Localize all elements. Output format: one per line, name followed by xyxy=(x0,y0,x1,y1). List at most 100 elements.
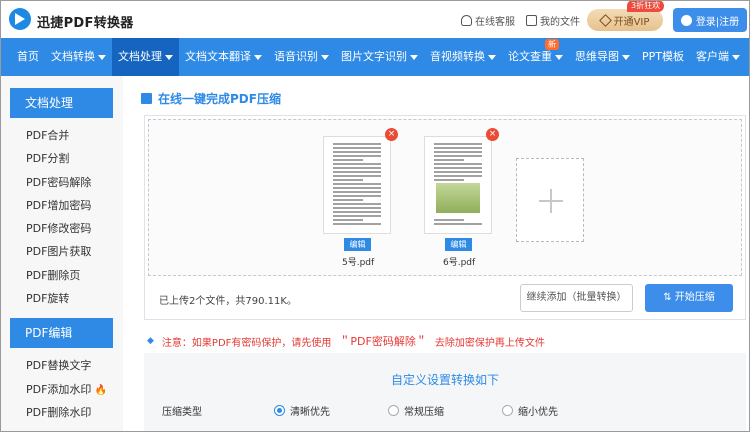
nav-item-3[interactable]: 文档文本翻译 xyxy=(179,38,268,76)
nav-item-8[interactable]: 思维导图 xyxy=(569,38,636,76)
chevron-down-icon xyxy=(488,54,496,60)
sidebar-item[interactable]: PDF旋转 xyxy=(1,287,123,310)
radio-label: 清晰优先 xyxy=(290,407,330,418)
radio-checked-icon xyxy=(274,405,285,416)
sidebar-item-label: PDF密码解除 xyxy=(26,175,92,189)
sidebar-item-label: PDF替换文字 xyxy=(26,359,92,373)
start-compress-button[interactable]: ⇅ 开始压缩 xyxy=(645,284,733,312)
sidebar-item-label: PDF增加密码 xyxy=(26,198,92,212)
thumbnail-photo xyxy=(436,183,480,213)
nav-item-4[interactable]: 语音识别 xyxy=(268,38,335,76)
sidebar: 文档处理 PDF合并 PDF分割 PDF密码解除 PDF增加密码 PDF修改密码 PDF图… xyxy=(1,76,123,431)
text-line xyxy=(434,155,482,157)
text-line xyxy=(333,211,381,213)
start-compress-label: 开始压缩 xyxy=(674,292,715,303)
page-title: 在线一键完成PDF压缩 xyxy=(141,90,281,107)
sidebar-item[interactable]: PDF增加密码 xyxy=(1,194,123,217)
text-line xyxy=(434,171,482,173)
pdf-unlock-link[interactable]: ＂PDF密码解除＂ xyxy=(339,333,426,349)
nav-item-6[interactable]: 音视频转换 xyxy=(424,38,502,76)
chevron-down-icon xyxy=(165,54,173,60)
nav-item-10[interactable]: 客户端 xyxy=(690,38,746,76)
sidebar-item[interactable]: PDF图片获取 xyxy=(1,240,123,263)
radio-normal-compress[interactable]: 常规压缩 xyxy=(388,403,444,418)
text-line xyxy=(434,151,482,153)
chevron-down-icon xyxy=(410,54,418,60)
login-label: 登录|注册 xyxy=(695,16,740,28)
sidebar-item[interactable]: PDF分割 xyxy=(1,147,123,170)
sidebar-item-label: PDF修改密码 xyxy=(26,222,92,236)
sidebar-item-label: PDF添加水印 xyxy=(26,382,92,396)
sidebar-item[interactable]: PDF添加水印 🔥 xyxy=(1,378,123,401)
edit-file-button[interactable]: 编辑 xyxy=(445,238,472,251)
nav-item-9[interactable]: PPT模板 xyxy=(636,38,690,76)
top-header: 迅捷PDF转换器 在线客服 我的文件 开通VIP 3折狂欢 登录|注册 xyxy=(1,1,749,38)
nav-item-label: 思维导图 xyxy=(575,50,619,63)
nav-item-1[interactable]: 文档转换 xyxy=(45,38,112,76)
customer-service-link[interactable]: 在线客服 xyxy=(461,13,515,28)
file-thumbnail[interactable] xyxy=(424,136,492,234)
text-line xyxy=(434,179,464,181)
remove-file-icon[interactable]: × xyxy=(385,128,398,141)
sidebar-item[interactable]: PDF删除页 xyxy=(1,264,123,287)
page-title-text: 在线一键完成PDF压缩 xyxy=(158,92,281,106)
radio-label: 常规压缩 xyxy=(404,407,444,418)
text-line xyxy=(333,203,381,205)
sidebar-item[interactable]: PDF合并 xyxy=(1,124,123,147)
sidebar-item[interactable]: PDF替换文字 xyxy=(1,354,123,377)
sidebar-item[interactable]: PDF修改密码 xyxy=(1,217,123,240)
document-icon xyxy=(526,15,537,26)
nav-item-0[interactable]: 首页 xyxy=(11,38,45,76)
sidebar-item[interactable]: PDF删除水印 xyxy=(1,401,123,424)
file-dropzone[interactable]: × 编辑 5号.pdf × 编辑 6号.pdf xyxy=(148,119,742,276)
headset-icon xyxy=(461,15,472,26)
nav-item-label: 首页 xyxy=(17,50,39,63)
login-register-button[interactable]: 登录|注册 xyxy=(673,8,747,32)
continue-add-button[interactable]: 继续添加（批量转换） xyxy=(520,284,633,312)
nav-item-5[interactable]: 图片文字识别 xyxy=(335,38,424,76)
browser-frame: 迅捷PDF转换器 在线客服 我的文件 开通VIP 3折狂欢 登录|注册 首页 文档… xyxy=(0,0,750,432)
main-nav: 首页 文档转换 文档处理 文档文本翻译 语音识别 图片文字识别 音视频转换 论文查重 思维导图 P… xyxy=(1,38,749,76)
sidebar-item-label: PDF分割 xyxy=(26,152,70,166)
open-vip-button[interactable]: 开通VIP xyxy=(587,9,663,31)
text-line xyxy=(333,163,381,165)
nav-item-label: 语音识别 xyxy=(274,50,318,63)
add-file-plus-icon[interactable] xyxy=(516,158,584,242)
my-files-label: 我的文件 xyxy=(540,17,580,28)
nav-item-2[interactable]: 文档处理 xyxy=(112,38,179,76)
sidebar-section-document-processing: 文档处理 xyxy=(10,88,113,118)
sidebar-item-label: PDF旋转 xyxy=(26,292,70,306)
nav-item-label: 图片文字识别 xyxy=(341,50,407,63)
file-name: 6号.pdf xyxy=(443,258,476,268)
text-line xyxy=(434,163,482,165)
file-thumbnail[interactable] xyxy=(323,136,391,234)
radio-clarity-first[interactable]: 清晰优先 xyxy=(274,403,330,418)
text-line xyxy=(434,167,482,169)
text-line xyxy=(333,223,381,225)
radio-size-first[interactable]: 缩小优先 xyxy=(502,403,558,418)
chevron-down-icon xyxy=(622,54,630,60)
text-line xyxy=(434,147,482,149)
sidebar-list-document: PDF合并 PDF分割 PDF密码解除 PDF增加密码 PDF修改密码 PDF图片获取 PD… xyxy=(1,124,123,310)
edit-file-button[interactable]: 编辑 xyxy=(344,238,371,251)
text-line xyxy=(434,175,482,177)
my-files-link[interactable]: 我的文件 xyxy=(526,13,580,28)
chevron-down-icon xyxy=(321,54,329,60)
diamond-icon xyxy=(598,13,612,27)
brand-name[interactable]: 迅捷PDF转换器 xyxy=(37,12,134,31)
text-line xyxy=(434,223,482,225)
bullet-icon: ◆ xyxy=(147,336,154,346)
document-icon xyxy=(141,93,152,104)
text-line xyxy=(333,151,381,153)
sidebar-item[interactable]: PDF密码解除 xyxy=(1,171,123,194)
text-line xyxy=(333,167,381,169)
chevron-down-icon xyxy=(555,54,563,60)
nav-item-label: 文档文本翻译 xyxy=(185,50,251,63)
text-line xyxy=(333,171,381,173)
remove-file-icon[interactable]: × xyxy=(486,128,499,141)
sidebar-section-pdf-edit: PDF编辑 xyxy=(10,318,113,349)
app-logo-icon[interactable] xyxy=(9,8,31,30)
radio-unchecked-icon xyxy=(502,405,513,416)
text-line xyxy=(333,191,381,193)
radio-unchecked-icon xyxy=(388,405,399,416)
